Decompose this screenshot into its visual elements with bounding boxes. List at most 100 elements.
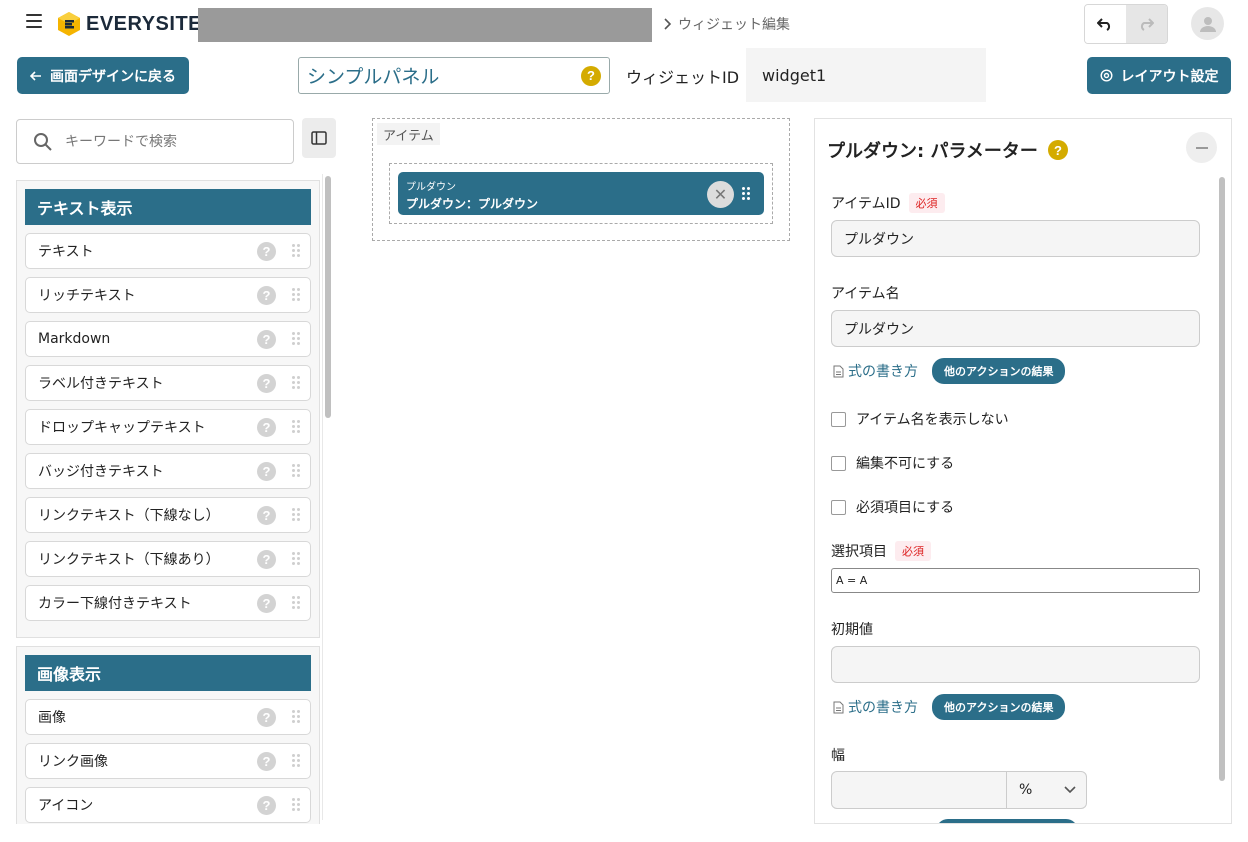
formula-row-2: 式の書き方 他のアクションの結果: [833, 694, 1066, 720]
formula-row-1: 式の書き方 他のアクションの結果: [833, 358, 1066, 384]
palette-item[interactable]: バッジ付きテキスト?: [25, 453, 311, 489]
help-icon[interactable]: ?: [257, 330, 276, 349]
hide-item-name-checkbox[interactable]: アイテム名を表示しない: [831, 409, 1009, 429]
width-unit-select[interactable]: %: [1007, 771, 1087, 809]
help-icon[interactable]: ?: [257, 708, 276, 727]
undo-button[interactable]: [1085, 5, 1126, 43]
undo-redo-group: [1084, 4, 1168, 44]
help-icon[interactable]: ?: [1047, 140, 1068, 160]
drag-handle-icon[interactable]: [292, 288, 300, 302]
drag-handle-icon[interactable]: [292, 244, 300, 258]
drag-handle-icon[interactable]: [292, 464, 300, 478]
palette-item[interactable]: アイコン?: [25, 787, 311, 823]
drag-handle-icon[interactable]: [292, 552, 300, 566]
drag-handle-icon[interactable]: [292, 420, 300, 434]
item-id-label: アイテムID 必須: [831, 193, 945, 213]
palette-item[interactable]: ラベル付きテキスト?: [25, 365, 311, 401]
help-icon[interactable]: ?: [257, 462, 276, 481]
breadcrumb: ウィジェット編集: [662, 14, 790, 34]
palette-item-label: リンクテキスト（下線なし）: [38, 508, 220, 524]
palette-item[interactable]: カラー下線付きテキスト?: [25, 585, 311, 621]
drag-handle-icon[interactable]: [292, 332, 300, 346]
drag-handle-icon[interactable]: [292, 376, 300, 390]
drag-handle-icon[interactable]: [292, 798, 300, 812]
arrow-left-icon: [30, 70, 41, 81]
initial-value-field[interactable]: [831, 646, 1200, 683]
palette-item-label: ドロップキャップテキスト: [38, 420, 206, 436]
section-text-display: テキスト表示 テキスト? リッチテキスト? Markdown? ラベル付きテキスト? ド…: [16, 180, 320, 638]
help-icon[interactable]: ?: [257, 286, 276, 305]
search-input[interactable]: [65, 133, 265, 150]
back-to-design-button[interactable]: 画面デザインに戻る: [17, 57, 189, 94]
palette-item[interactable]: テキスト?: [25, 233, 311, 269]
menu-icon[interactable]: [26, 14, 42, 30]
drag-handle-icon[interactable]: [292, 508, 300, 522]
help-icon[interactable]: ?: [257, 374, 276, 393]
palette-item-label: ラベル付きテキスト: [38, 376, 164, 392]
search-box[interactable]: [16, 119, 294, 164]
redo-button[interactable]: [1125, 5, 1167, 43]
search-icon: [34, 132, 52, 151]
palette-item[interactable]: リンクテキスト（下線あり）?: [25, 541, 311, 577]
widget-type: プルダウン: [406, 182, 456, 193]
palette-item[interactable]: Markdown?: [25, 321, 311, 357]
redo-icon: [1141, 18, 1155, 31]
drag-handle-icon[interactable]: [742, 187, 750, 201]
palette-item[interactable]: ドロップキャップテキスト?: [25, 409, 311, 445]
palette-item[interactable]: リンクテキスト（下線なし）?: [25, 497, 311, 533]
other-action-result-button[interactable]: [936, 819, 1078, 823]
other-action-result-button[interactable]: 他のアクションの結果: [932, 694, 1066, 720]
other-action-result-button[interactable]: 他のアクションの結果: [932, 358, 1066, 384]
palette-item-label: バッジ付きテキスト: [38, 464, 164, 480]
logo[interactable]: EVERYSITE: [58, 10, 202, 38]
palette-item-label: リッチテキスト: [38, 288, 136, 304]
panel-name-field[interactable]: シンプルパネル ?: [298, 57, 610, 94]
item-id-field[interactable]: プルダウン: [831, 220, 1200, 257]
palette-item[interactable]: リンク画像?: [25, 743, 311, 779]
chevron-right-icon: [664, 18, 672, 30]
help-icon[interactable]: ?: [257, 418, 276, 437]
help-icon[interactable]: ?: [257, 752, 276, 771]
help-icon[interactable]: ?: [257, 242, 276, 261]
palette-item-label: テキスト: [38, 244, 94, 260]
required-badge: 必須: [908, 193, 945, 213]
sidebar-scrollbar[interactable]: [322, 174, 332, 820]
item-name-field[interactable]: プルダウン: [831, 310, 1200, 347]
help-icon[interactable]: ?: [257, 550, 276, 569]
help-icon[interactable]: ?: [257, 506, 276, 525]
avatar[interactable]: [1191, 7, 1224, 40]
palette-item-label: リンクテキスト（下線あり）: [38, 552, 220, 568]
width-input[interactable]: [831, 771, 1007, 809]
palette-item[interactable]: リッチテキスト?: [25, 277, 311, 313]
widget-label: プルダウン：プルダウン: [406, 197, 539, 211]
drag-handle-icon[interactable]: [292, 754, 300, 768]
drag-handle-icon[interactable]: [292, 596, 300, 610]
drag-handle-icon[interactable]: [292, 710, 300, 724]
remove-widget-button[interactable]: ✕: [707, 181, 734, 208]
panel-name-text: シンプルパネル: [307, 66, 440, 88]
settings-icon: [1099, 69, 1113, 82]
formula-help-link[interactable]: 式の書き方: [833, 697, 918, 717]
drop-zone[interactable]: プルダウン プルダウン：プルダウン ✕: [389, 163, 773, 224]
sidebar-toggle-button[interactable]: [302, 118, 336, 158]
formula-help-link[interactable]: 式の書き方: [833, 361, 918, 381]
palette-item-label: リンク画像: [38, 754, 108, 770]
help-icon[interactable]: ?: [257, 594, 276, 613]
width-row: %: [831, 771, 1087, 809]
help-icon[interactable]: ?: [581, 65, 601, 86]
panel-scrollbar[interactable]: [1219, 177, 1227, 783]
section-image-display: 画像表示 画像? リンク画像? アイコン?: [16, 646, 320, 824]
help-icon[interactable]: ?: [257, 796, 276, 815]
required-checkbox[interactable]: 必須項目にする: [831, 497, 954, 517]
layout-settings-button[interactable]: レイアウト設定: [1087, 57, 1231, 94]
palette-item-label: 画像: [38, 710, 66, 726]
breadcrumb-current: ウィジェット編集: [678, 17, 790, 33]
palette-item-label: Markdown: [38, 331, 111, 347]
collapse-button[interactable]: [1186, 132, 1217, 163]
pulldown-widget[interactable]: プルダウン プルダウン：プルダウン ✕: [398, 172, 764, 215]
palette-item[interactable]: 画像?: [25, 699, 311, 735]
readonly-checkbox[interactable]: 編集不可にする: [831, 453, 954, 473]
widget-id-label: ウィジェットID: [626, 68, 740, 87]
options-field[interactable]: A = A: [831, 568, 1200, 593]
initial-value-label: 初期値: [831, 622, 873, 638]
